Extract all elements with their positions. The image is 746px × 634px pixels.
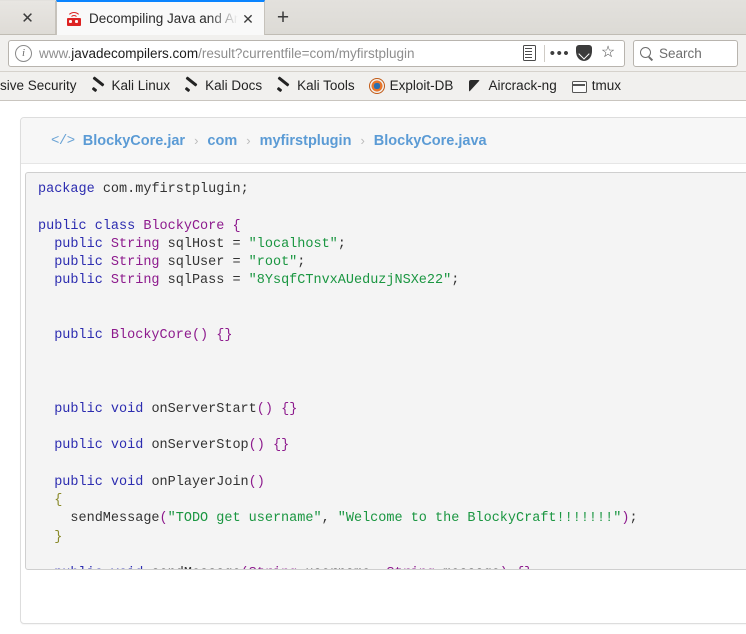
url-www: www. xyxy=(39,46,71,61)
url-domain: javadecompilers.com xyxy=(71,46,198,61)
bookmark-item[interactable]: tmux xyxy=(564,76,628,96)
divider xyxy=(544,45,545,62)
close-icon[interactable]: ✕ xyxy=(21,11,34,26)
bookmark-label: Kali Linux xyxy=(112,79,171,93)
folder-icon xyxy=(571,78,587,94)
aircrack-icon xyxy=(467,78,483,94)
page-viewport: </> BlockyCore.jar›com›myfirstplugin›Blo… xyxy=(0,102,746,634)
bookmark-item[interactable]: Kali Docs xyxy=(177,76,269,96)
bookmarks-toolbar: sive Security Kali Linux Kali Docs Kali Too… xyxy=(0,72,746,101)
search-placeholder: Search xyxy=(659,46,702,61)
site-info-icon[interactable]: i xyxy=(15,45,32,62)
code-panel: package com.myfirstplugin; public class … xyxy=(21,164,746,592)
server-favicon xyxy=(66,11,82,27)
bookmark-label: tmux xyxy=(592,79,621,93)
tab-title: Decompiling Java and And xyxy=(89,11,238,26)
bookmark-item[interactable]: Exploit-DB xyxy=(362,76,461,96)
address-bar-actions: ••• ☆ xyxy=(517,41,620,65)
kali-dragon-icon xyxy=(91,78,107,94)
breadcrumb-item[interactable]: com xyxy=(207,133,237,149)
breadcrumb-item[interactable]: myfirstplugin xyxy=(260,133,352,149)
new-tab-button[interactable]: + xyxy=(265,1,301,35)
kali-dragon-icon xyxy=(276,78,292,94)
page-actions-icon[interactable]: ••• xyxy=(548,41,572,65)
breadcrumb: </> BlockyCore.jar›com›myfirstplugin›Blo… xyxy=(21,118,746,164)
bookmark-star-icon[interactable]: ☆ xyxy=(596,41,620,65)
close-icon[interactable]: ✕ xyxy=(238,12,258,26)
decompiled-file-card: </> BlockyCore.jar›com›myfirstplugin›Blo… xyxy=(20,117,746,624)
breadcrumb-item[interactable]: BlockyCore.jar xyxy=(83,133,185,149)
url-text: www.javadecompilers.com/result?currentfi… xyxy=(39,46,517,61)
kali-dragon-icon xyxy=(184,78,200,94)
url-path: /result?currentfile=com/myfirstplugin xyxy=(198,46,414,61)
tab-active[interactable]: Decompiling Java and And ✕ xyxy=(56,0,265,35)
source-code[interactable]: package com.myfirstplugin; public class … xyxy=(25,172,746,570)
bookmark-label: Aircrack-ng xyxy=(488,79,556,93)
breadcrumb-separator: › xyxy=(360,133,364,148)
bookmark-label: Kali Docs xyxy=(205,79,262,93)
breadcrumb-separator: › xyxy=(194,133,198,148)
breadcrumb-item[interactable]: BlockyCore.java xyxy=(374,133,487,149)
pocket-icon[interactable] xyxy=(572,41,596,65)
code-icon: </> xyxy=(51,133,75,149)
bookmark-item[interactable]: Kali Tools xyxy=(269,76,362,96)
bookmark-item[interactable]: Kali Linux xyxy=(84,76,178,96)
navigation-toolbar: i www.javadecompilers.com/result?current… xyxy=(0,35,746,72)
tab-strip: ✕ Decompiling Java and And ✕ + xyxy=(0,0,746,35)
exploit-db-icon xyxy=(369,78,385,94)
tab-previous-partial[interactable]: ✕ xyxy=(0,1,56,35)
bookmark-label: Exploit-DB xyxy=(390,79,454,93)
address-bar[interactable]: i www.javadecompilers.com/result?current… xyxy=(8,40,625,67)
bookmark-item[interactable]: sive Security xyxy=(0,77,84,95)
browser-window: ✕ Decompiling Java and And ✕ + i www.jav… xyxy=(0,0,746,634)
search-icon xyxy=(640,47,653,60)
search-bar[interactable]: Search xyxy=(633,40,738,67)
bookmark-label: sive Security xyxy=(0,79,77,93)
breadcrumb-separator: › xyxy=(246,133,250,148)
bookmark-label: Kali Tools xyxy=(297,79,355,93)
bookmark-item[interactable]: Aircrack-ng xyxy=(460,76,563,96)
reader-view-icon[interactable] xyxy=(517,41,541,65)
breadcrumb-items: BlockyCore.jar › com › myfirstplugin › BlockyC… xyxy=(83,133,487,149)
url-host: www.javadecompilers.com xyxy=(39,46,198,61)
